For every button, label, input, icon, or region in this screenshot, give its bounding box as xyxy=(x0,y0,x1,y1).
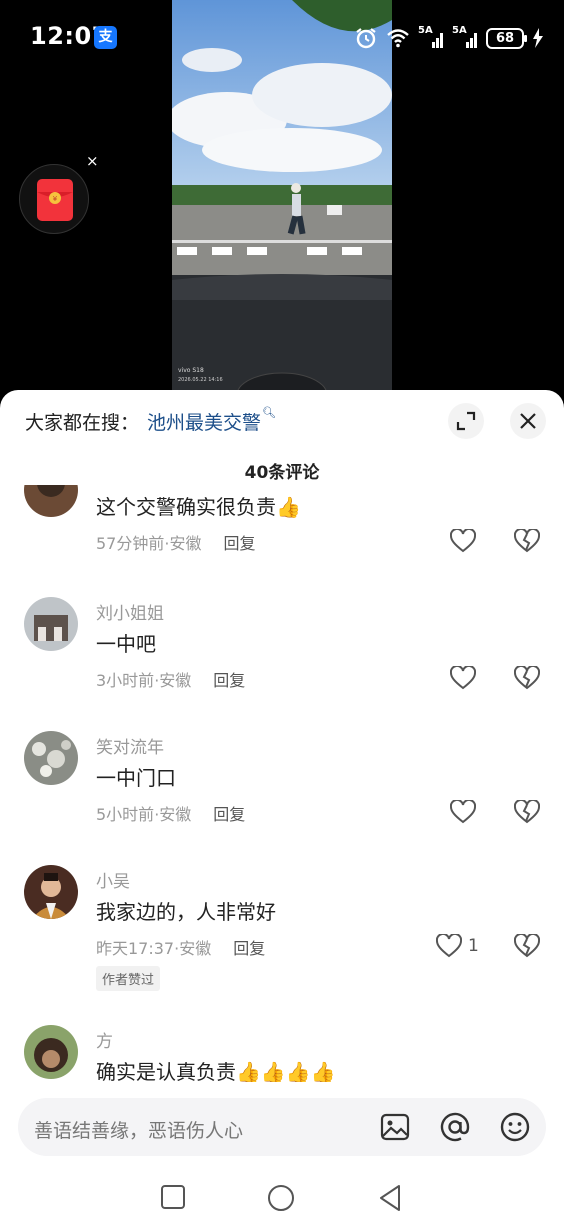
back-icon[interactable] xyxy=(377,1184,403,1212)
comment-meta: 3小时前·安徽 回复 xyxy=(96,671,246,690)
comment-text: 一中吧 xyxy=(96,632,156,656)
battery-icon: 68 xyxy=(486,27,527,49)
heart-icon xyxy=(450,529,476,553)
trending-search-label: 大家都在搜： xyxy=(25,412,140,434)
image-icon[interactable] xyxy=(380,1112,410,1142)
comment-time: 3小时前 xyxy=(96,671,155,690)
reply-button[interactable]: 回复 xyxy=(213,671,245,690)
comment-meta: 57分钟前·安徽 回复 xyxy=(96,534,256,553)
status-bar: 12:07 支 5A 5A 68 xyxy=(0,0,564,76)
author-liked-badge: 作者赞过 xyxy=(96,966,161,991)
like-button[interactable] xyxy=(450,529,476,553)
comment-meta: 昨天17:37·安徽 回复 xyxy=(96,939,266,958)
comment-input[interactable]: 善语结善缘，恶语伤人心 xyxy=(18,1098,546,1156)
comment-list[interactable]: 这个交警确实很负责👍 57分钟前·安徽 回复 刘小姐姐 一中吧 3小时前·安徽 回复 xyxy=(0,485,564,1082)
comment-username[interactable]: 小吴 xyxy=(96,867,130,892)
avatar[interactable] xyxy=(24,485,78,517)
signal-icon-2: 5A xyxy=(452,25,478,50)
avatar[interactable] xyxy=(24,731,78,785)
wifi-icon xyxy=(387,29,409,48)
red-envelope-icon: ¥ xyxy=(37,179,73,221)
dislike-button[interactable] xyxy=(513,664,541,694)
comment-text: 我家边的，人非常好 xyxy=(96,900,276,924)
broken-heart-icon xyxy=(513,527,541,553)
expand-icon xyxy=(456,411,476,431)
emoji-icon[interactable] xyxy=(500,1112,530,1142)
heart-icon xyxy=(436,934,462,958)
comment-time: 昨天17:37 xyxy=(96,939,175,958)
comment-username[interactable]: 笑对流年 xyxy=(96,733,164,758)
comment-text: 确实是认真负责👍👍👍👍 xyxy=(96,1060,336,1082)
comment-text: 一中门口 xyxy=(96,766,176,790)
status-icons: 5A 5A 68 xyxy=(354,24,544,52)
comment-time: 57分钟前 xyxy=(96,534,165,553)
dislike-button[interactable] xyxy=(513,932,541,962)
dislike-button[interactable] xyxy=(513,798,541,828)
red-envelope-close-icon[interactable]: × xyxy=(86,154,99,169)
like-count: 1 xyxy=(468,936,479,956)
comment-username[interactable]: 方 xyxy=(96,1027,113,1052)
dislike-button[interactable] xyxy=(513,527,541,557)
avatar[interactable] xyxy=(24,1025,78,1079)
at-icon[interactable] xyxy=(440,1112,470,1142)
signal-icon: 5A xyxy=(418,25,444,50)
comment-username[interactable]: 刘小姐姐 xyxy=(96,599,164,624)
comment-count: 40条评论 xyxy=(244,463,320,483)
like-button[interactable] xyxy=(450,800,476,824)
reply-button[interactable]: 回复 xyxy=(213,805,245,824)
close-icon xyxy=(520,413,536,429)
reply-button[interactable]: 回复 xyxy=(233,939,265,958)
like-button[interactable] xyxy=(450,666,476,690)
heart-icon xyxy=(450,800,476,824)
trending-search-term[interactable]: 池州最美交警 xyxy=(147,408,261,435)
red-envelope-button[interactable]: ¥ xyxy=(19,164,89,234)
comment-location: 安徽 xyxy=(159,805,192,824)
svg-text:¥: ¥ xyxy=(53,195,58,203)
comment-text: 这个交警确实很负责👍 xyxy=(96,495,301,519)
alipay-icon: 支 xyxy=(94,26,117,49)
close-button[interactable] xyxy=(510,403,546,439)
search-icon: 🔍︎ xyxy=(262,406,276,419)
comment-location: 安徽 xyxy=(169,534,202,553)
charging-icon xyxy=(533,28,543,48)
avatar[interactable] xyxy=(24,597,78,651)
system-nav-bar xyxy=(0,1170,564,1222)
video-watermark-date: 2026.05.22 14:16 xyxy=(178,377,223,383)
avatar[interactable] xyxy=(24,865,78,919)
broken-heart-icon xyxy=(513,798,541,824)
reply-button[interactable]: 回复 xyxy=(223,534,255,553)
comment-location: 安徽 xyxy=(179,939,212,958)
broken-heart-icon xyxy=(513,932,541,958)
heart-icon xyxy=(450,666,476,690)
trending-search[interactable]: 大家都在搜： 池州最美交警 🔍︎ xyxy=(25,406,276,435)
home-icon[interactable] xyxy=(267,1184,295,1212)
comment-sheet: 大家都在搜： 池州最美交警 🔍︎ 40条评论 这个交警确实很负责👍 57分钟前·… xyxy=(0,390,564,1222)
like-button[interactable]: 1 xyxy=(436,934,479,958)
alarm-icon xyxy=(356,28,376,49)
comment-meta: 5小时前·安徽 回复 xyxy=(96,805,246,824)
video-watermark-device: vivo S18 xyxy=(178,367,204,374)
broken-heart-icon xyxy=(513,664,541,690)
comment-input-placeholder: 善语结善缘，恶语伤人心 xyxy=(34,1120,244,1142)
comment-location: 安徽 xyxy=(159,671,192,690)
expand-button[interactable] xyxy=(448,403,484,439)
recent-apps-icon[interactable] xyxy=(160,1184,186,1210)
comment-time: 5小时前 xyxy=(96,805,155,824)
